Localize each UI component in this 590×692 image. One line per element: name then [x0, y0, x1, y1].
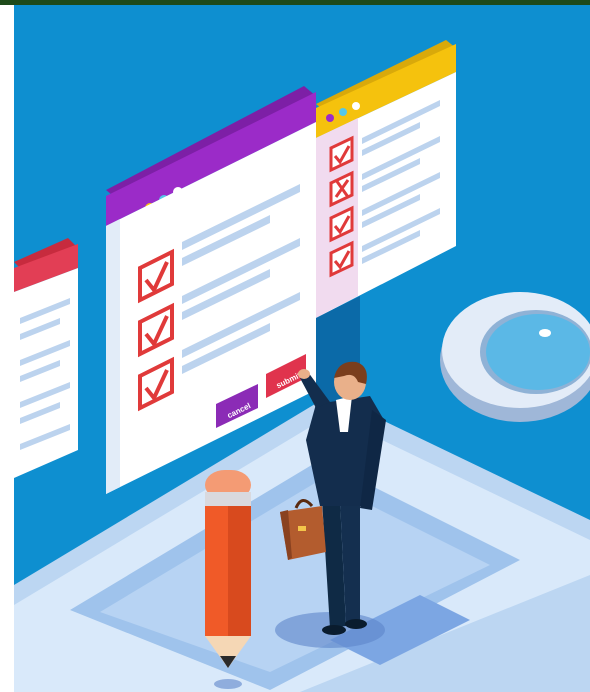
top-band — [0, 0, 590, 5]
illustration-canvas: cancel submit — [0, 0, 590, 692]
dot-icon — [326, 114, 334, 122]
compliance-illustration: cancel submit — [0, 0, 590, 692]
dot-icon — [339, 108, 347, 116]
left-strip — [0, 5, 14, 692]
magnifier-icon — [440, 292, 590, 422]
left-form — [14, 238, 78, 478]
dot-icon — [352, 102, 360, 110]
